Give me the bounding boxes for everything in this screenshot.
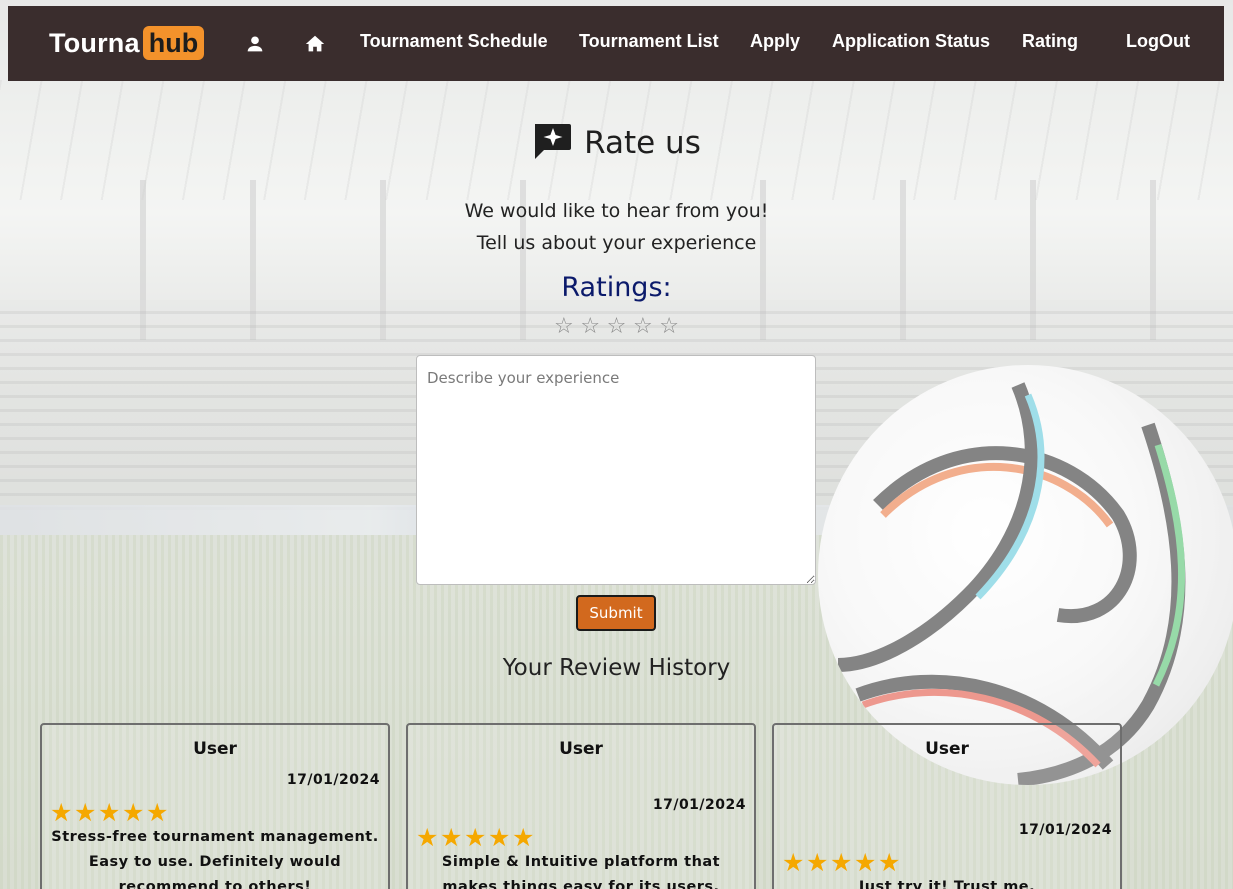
star-filled-icon: ★	[830, 848, 853, 877]
experience-textarea[interactable]	[416, 355, 816, 585]
review-stars: ★ ★ ★ ★ ★	[50, 800, 170, 826]
review-stars: ★ ★ ★ ★ ★	[416, 825, 536, 851]
star-1-icon[interactable]: ☆	[554, 314, 574, 340]
star-filled-icon: ★	[782, 848, 805, 877]
brand-name-part1: Tourna	[49, 27, 140, 58]
star-3-icon[interactable]: ☆	[607, 314, 627, 340]
nav-link-rating[interactable]: Rating	[1022, 31, 1078, 52]
star-filled-icon: ★	[440, 823, 463, 852]
page-title: Rate us	[584, 125, 701, 161]
star-5-icon[interactable]: ☆	[659, 314, 679, 340]
review-history-title: Your Review History	[502, 655, 731, 681]
review-card: User 17/01/2024 ★ ★ ★ ★ ★ Simple & Intui…	[406, 723, 756, 889]
star-filled-icon: ★	[878, 848, 901, 877]
star-filled-icon: ★	[464, 823, 487, 852]
star-filled-icon: ★	[50, 798, 73, 827]
star-rating-input[interactable]: ☆ ☆ ☆ ☆ ☆	[554, 314, 679, 340]
star-4-icon[interactable]: ☆	[633, 314, 653, 340]
subtitle-line-2: Tell us about your experience	[476, 232, 757, 254]
star-filled-icon: ★	[854, 848, 877, 877]
star-filled-icon: ★	[98, 798, 121, 827]
nav-link-tournament-list[interactable]: Tournament List	[579, 31, 719, 52]
ratings-label: Ratings:	[561, 272, 672, 303]
top-navbar: Tourna hub Tournament Schedule Tournamen…	[8, 6, 1224, 81]
submit-button[interactable]: Submit	[576, 595, 656, 631]
review-text: Just try it! Trust me.	[858, 879, 1036, 889]
brand-logo[interactable]: Tourna hub	[49, 25, 205, 61]
review-text: Simple & Intuitive platform that makes t…	[441, 854, 721, 889]
review-stars: ★ ★ ★ ★ ★	[782, 850, 902, 876]
review-date: 17/01/2024	[286, 772, 380, 788]
star-filled-icon: ★	[146, 798, 169, 827]
review-user: User	[193, 739, 237, 759]
review-user: User	[559, 739, 603, 759]
star-2-icon[interactable]: ☆	[580, 314, 600, 340]
star-filled-icon: ★	[122, 798, 145, 827]
nav-link-apply[interactable]: Apply	[750, 31, 800, 52]
chat-star-icon	[532, 122, 572, 164]
review-date: 17/01/2024	[652, 797, 746, 813]
review-card: User 17/01/2024 ★ ★ ★ ★ ★ Stress-free to…	[40, 723, 390, 889]
rate-header: Rate us	[0, 122, 1233, 164]
star-filled-icon: ★	[416, 823, 439, 852]
home-icon[interactable]	[304, 33, 326, 55]
brand-name-part2: hub	[142, 26, 205, 60]
nav-link-tournament-schedule[interactable]: Tournament Schedule	[360, 31, 548, 52]
review-card: User 17/01/2024 ★ ★ ★ ★ ★ Just try it! T…	[772, 723, 1122, 889]
star-filled-icon: ★	[806, 848, 829, 877]
nav-link-logout[interactable]: LogOut	[1126, 31, 1190, 52]
nav-link-application-status[interactable]: Application Status	[832, 31, 990, 52]
review-text: Stress-free tournament management. Easy …	[51, 829, 379, 889]
subtitle-line-1: We would like to hear from you!	[464, 200, 769, 222]
person-icon[interactable]	[244, 33, 266, 55]
star-filled-icon: ★	[74, 798, 97, 827]
review-user: User	[925, 739, 969, 759]
review-date: 17/01/2024	[1018, 822, 1112, 838]
star-filled-icon: ★	[512, 823, 535, 852]
star-filled-icon: ★	[488, 823, 511, 852]
